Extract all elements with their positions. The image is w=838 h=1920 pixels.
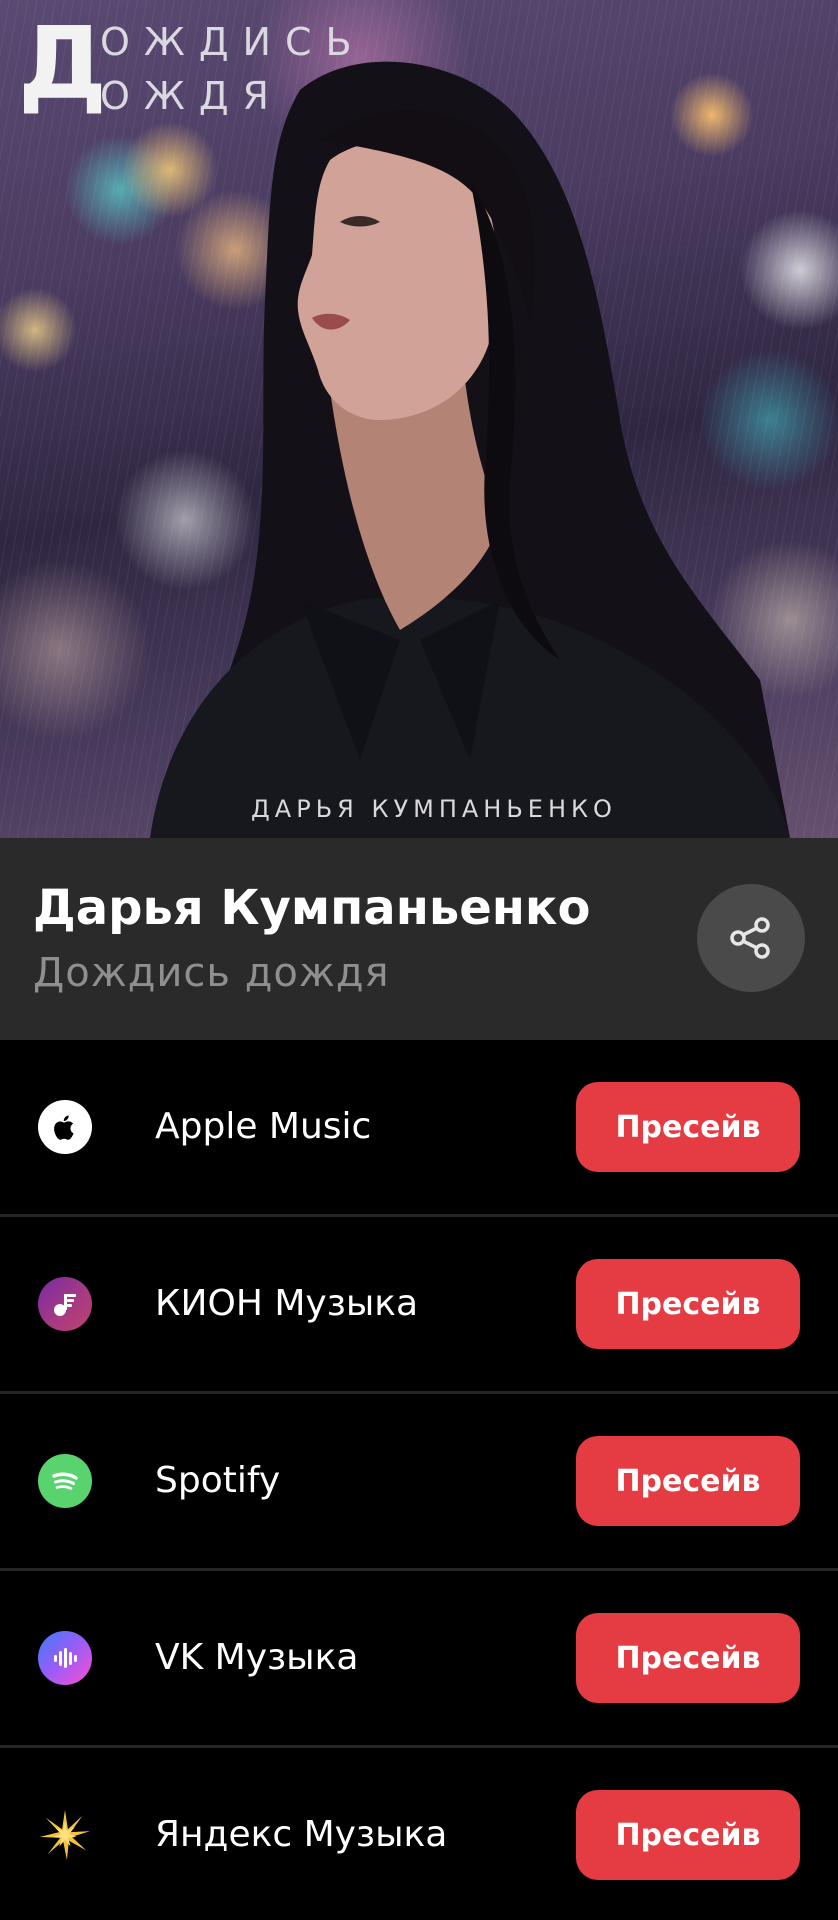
yandex-music-icon	[38, 1808, 92, 1862]
artist-name: Дарья Кумпаньенко	[33, 880, 591, 936]
platform-name: Яндекс Музыка	[155, 1814, 448, 1855]
presave-button-apple-music[interactable]: Пресейв	[576, 1082, 800, 1172]
cover-artist-caption: ДАРЬЯ КУМПАНЬЕНКО	[251, 795, 617, 823]
album-title-initial: Д	[18, 5, 108, 122]
platform-row-vk-music: VK Музыка Пресейв	[0, 1571, 838, 1748]
album-title-line-2: ОЖДЯ	[100, 74, 283, 118]
presave-button-vk-music[interactable]: Пресейв	[576, 1613, 800, 1703]
album-title-logo: Д ОЖДИСЬ ОЖДЯ	[18, 14, 378, 120]
platform-name: КИОН Музыка	[155, 1283, 419, 1324]
presave-page: Д ОЖДИСЬ ОЖДЯ ДАРЬЯ КУМПАНЬЕНКО Дарья Ку…	[0, 0, 838, 1920]
presave-button-spotify[interactable]: Пресейв	[576, 1436, 800, 1526]
presave-button-yandex-music[interactable]: Пресейв	[576, 1790, 800, 1880]
vk-music-icon	[38, 1631, 92, 1685]
cover-portrait	[150, 61, 790, 838]
album-cover: Д ОЖДИСЬ ОЖДЯ ДАРЬЯ КУМПАНЬЕНКО	[0, 0, 838, 838]
share-icon	[730, 917, 770, 959]
platform-row-kion-music: КИОН Музыка Пресейв	[0, 1217, 838, 1394]
spotify-icon	[38, 1454, 92, 1508]
apple-icon	[38, 1100, 92, 1154]
platform-row-yandex-music: Яндекс Музыка Пресейв	[0, 1748, 838, 1920]
kion-music-icon	[38, 1277, 92, 1331]
platform-name: Apple Music	[155, 1106, 372, 1147]
presave-button-kion-music[interactable]: Пресейв	[576, 1259, 800, 1349]
track-title: Дождись дождя	[33, 950, 390, 996]
platform-name: VK Музыка	[155, 1637, 359, 1678]
platform-row-apple-music: Apple Music Пресейв	[0, 1040, 838, 1217]
album-title-line-1: ОЖДИСЬ	[100, 20, 366, 64]
share-button[interactable]	[697, 884, 805, 992]
platform-list: Apple Music Пресейв КИОН Музыка Пресейв	[0, 1040, 838, 1920]
release-header: Дарья Кумпаньенко Дождись дождя	[0, 838, 838, 1040]
platform-name: Spotify	[155, 1460, 281, 1501]
platform-row-spotify: Spotify Пресейв	[0, 1394, 838, 1571]
